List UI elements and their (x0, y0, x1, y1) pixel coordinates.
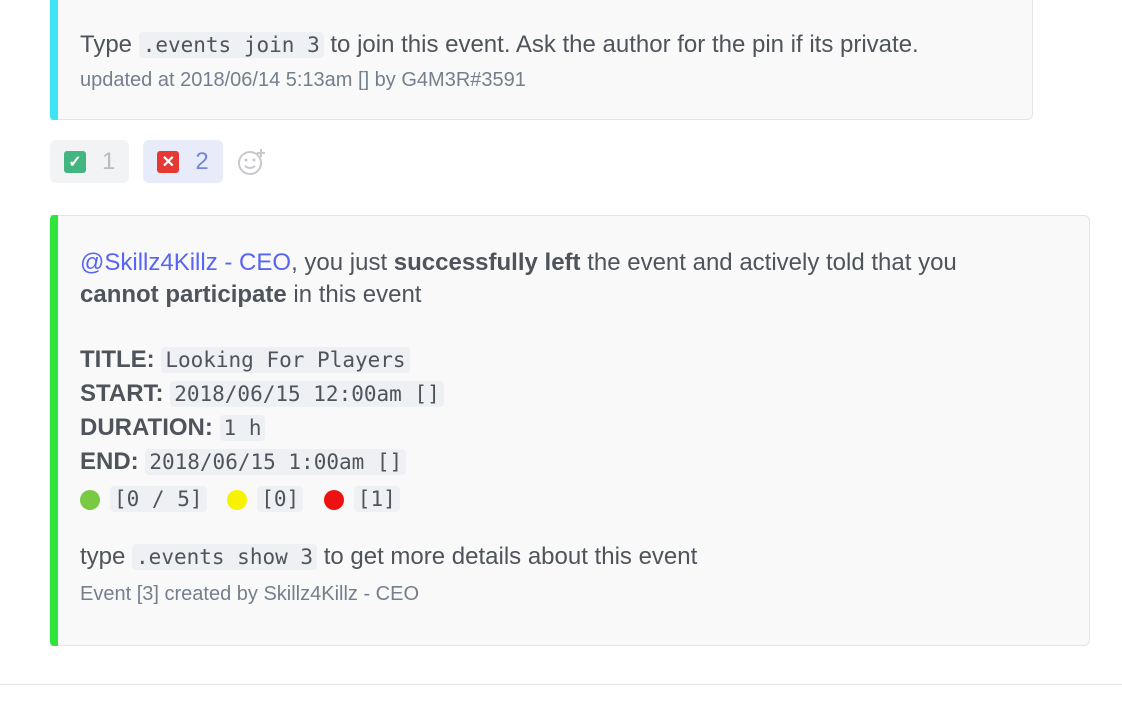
embed-footer: Event [3] created by Skillz4Killz - CEO (80, 583, 420, 605)
reaction-count: 2 (195, 147, 209, 175)
add-reaction-icon[interactable] (237, 147, 267, 177)
embed-accent-bar (50, 215, 58, 646)
reaction-bar: ✓ 1 ✕ 2 (50, 140, 267, 183)
declined-count: [1] (353, 486, 400, 512)
event-embed-left: @Skillz4Killz - CEO, you just successful… (50, 215, 1090, 646)
red-circle-icon (323, 489, 344, 510)
cross-box-icon: ✕ (157, 150, 180, 173)
field-title: TITLE: Looking For Players (80, 343, 1069, 377)
leave-message: @Skillz4Killz - CEO, you just successful… (80, 249, 957, 276)
green-circle-icon (80, 489, 100, 510)
join-command: .events join 3 (138, 32, 324, 58)
show-instruction: type .events show 3 to get more details … (80, 543, 698, 570)
participant-status: [0 / 5] [0] [1] (66, 479, 1069, 519)
event-embed-top: Type .events join 3 to join this event. … (50, 0, 1033, 120)
field-end: END: 2018/06/15 1:00am [] (80, 445, 1069, 479)
join-instruction: Type .events join 3 to join this event. … (80, 31, 919, 58)
message-divider (0, 684, 1122, 685)
embed-footer: updated at 2018/06/14 5:13am [] by G4M3R… (80, 69, 526, 91)
yellow-circle-icon (227, 489, 248, 510)
maybe-count: [0] (257, 486, 304, 512)
user-mention[interactable]: @Skillz4Killz - CEO (80, 249, 291, 276)
reaction-cross[interactable]: ✕ 2 (143, 140, 223, 183)
show-command: .events show 3 (132, 544, 318, 570)
reaction-check[interactable]: ✓ 1 (50, 140, 130, 183)
accepted-count: [0 / 5] (110, 486, 207, 512)
reaction-count: 1 (102, 147, 116, 175)
field-start: START: 2018/06/15 12:00am [] (80, 377, 1069, 411)
field-duration: DURATION: 1 h (80, 411, 1069, 445)
embed-accent-bar (50, 0, 58, 120)
check-box-icon: ✓ (64, 150, 86, 173)
